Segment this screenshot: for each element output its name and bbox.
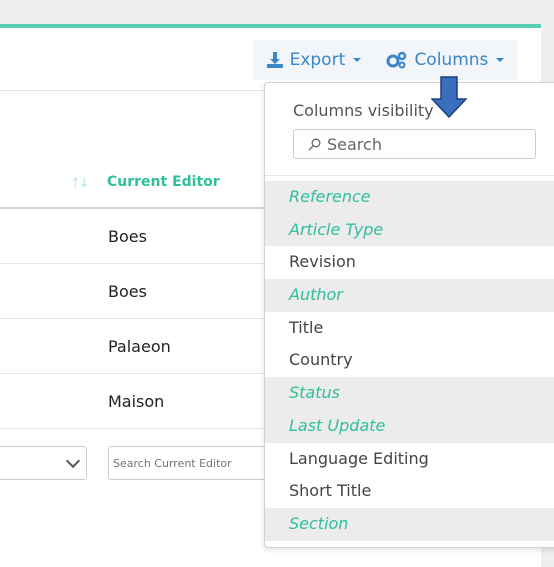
column-toggle-item[interactable]: Country — [265, 344, 554, 377]
gears-icon — [386, 51, 407, 69]
caret-down-icon — [496, 58, 505, 62]
chevron-down-icon — [65, 453, 81, 469]
export-label: Export — [289, 50, 346, 70]
columns-label: Columns — [414, 50, 489, 70]
column-toggle-item[interactable]: Language Editing — [265, 443, 554, 476]
column-toggle-item[interactable]: Status — [265, 377, 554, 410]
column-toggle-item[interactable]: Last Update — [265, 409, 554, 443]
down-arrow-icon — [431, 76, 467, 118]
caret-down-icon — [353, 58, 362, 62]
column-header-current-editor[interactable]: Current Editor — [107, 174, 220, 190]
columns-search-input[interactable]: Search — [293, 129, 536, 159]
column-toggle-item[interactable]: Author — [265, 279, 554, 312]
search-icon — [308, 138, 321, 150]
columns-visibility-dropdown: Columns visibility Search Reference Artic… — [264, 82, 554, 548]
column-toggle-item[interactable]: Short Title — [265, 475, 554, 508]
column-toggle-item[interactable]: Title — [265, 312, 554, 345]
column-toggle-item[interactable]: Article Type — [265, 213, 554, 247]
divider — [265, 175, 554, 176]
column-toggle-item[interactable]: Reference — [265, 181, 554, 214]
search-current-editor-input[interactable] — [108, 446, 268, 480]
filter-select[interactable] — [0, 446, 87, 480]
cell-current-editor: Boes — [108, 227, 147, 246]
column-toggle-item[interactable]: Revision — [265, 246, 554, 279]
dropdown-title: Columns visibility — [293, 101, 434, 120]
column-toggle-item[interactable]: Section — [265, 507, 554, 541]
cell-current-editor: Palaeon — [108, 337, 171, 356]
columns-list: Reference Article Type Revision Author Title… — [265, 181, 554, 541]
sort-icon[interactable]: ↑↓ — [70, 176, 90, 191]
export-button[interactable]: Export — [266, 50, 362, 70]
table-toolbar: Export Columns — [253, 40, 517, 80]
search-placeholder: Search — [327, 134, 382, 154]
cell-current-editor: Boes — [108, 282, 147, 301]
cell-current-editor: Maison — [108, 392, 165, 411]
download-icon — [266, 52, 283, 68]
columns-button[interactable]: Columns — [386, 50, 505, 70]
